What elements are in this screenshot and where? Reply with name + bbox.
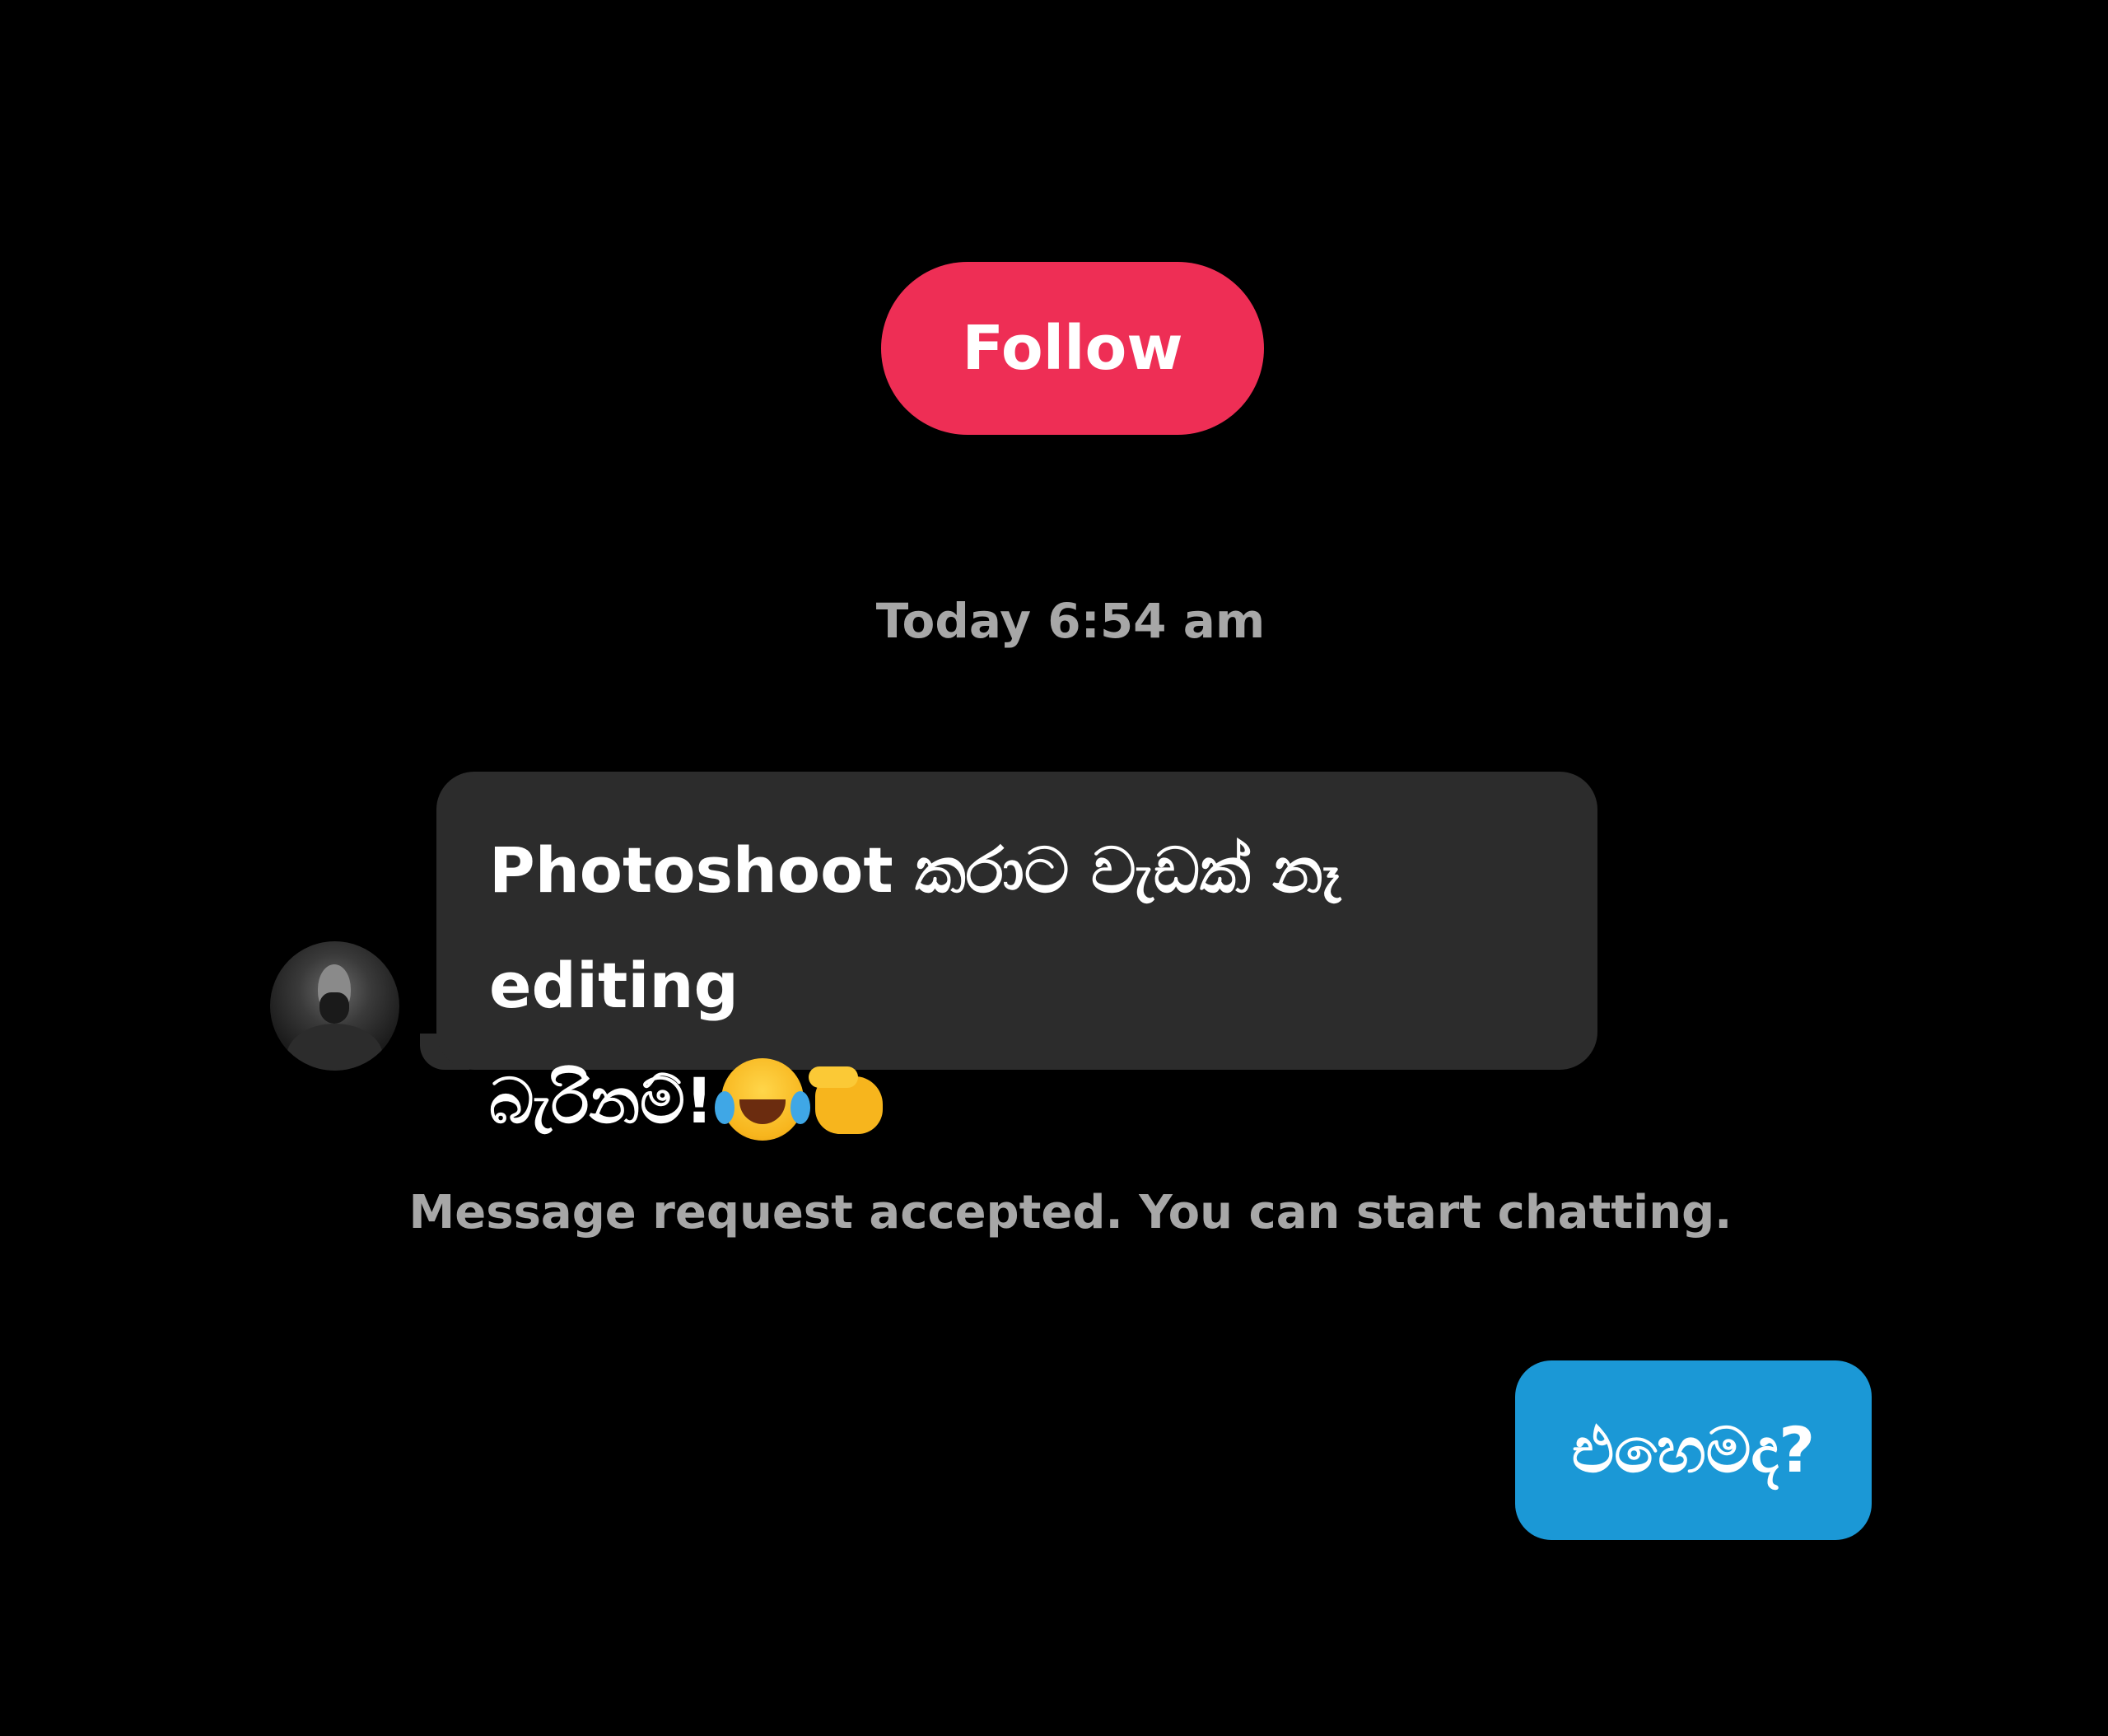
outgoing-message-bubble[interactable]: එහෙමද? xyxy=(1515,1360,1872,1540)
tear-left xyxy=(715,1091,735,1124)
outgoing-message-text: එහෙමද? xyxy=(1571,1412,1816,1486)
message-request-accepted-note: Message request accepted. You can start … xyxy=(408,1186,1733,1239)
incoming-message-bubble[interactable]: Photoshoot කරාට වැඩක් නෑ editing බැරිනම්… xyxy=(436,772,1597,1141)
incoming-message-text: Photoshoot කරාට වැඩක් නෑ editing බැරිනම්… xyxy=(489,813,1556,1159)
avatar-shoulders xyxy=(287,1024,383,1071)
incoming-message-line1: Photoshoot කරාට වැඩක් නෑ editing xyxy=(489,833,1363,1022)
avatar-beard xyxy=(319,992,349,1024)
incoming-message-line2: බැරිනම්! xyxy=(489,1064,714,1137)
fist-pointing-icon xyxy=(809,1058,888,1141)
laughing-with-tears-icon xyxy=(715,1058,811,1141)
tear-right xyxy=(790,1091,811,1124)
laughing-mouth xyxy=(739,1099,786,1124)
fist-finger xyxy=(809,1066,859,1088)
message-timestamp: Today 6:54 am xyxy=(875,593,1266,649)
follow-button[interactable]: Follow xyxy=(881,262,1264,435)
avatar[interactable] xyxy=(270,941,399,1071)
